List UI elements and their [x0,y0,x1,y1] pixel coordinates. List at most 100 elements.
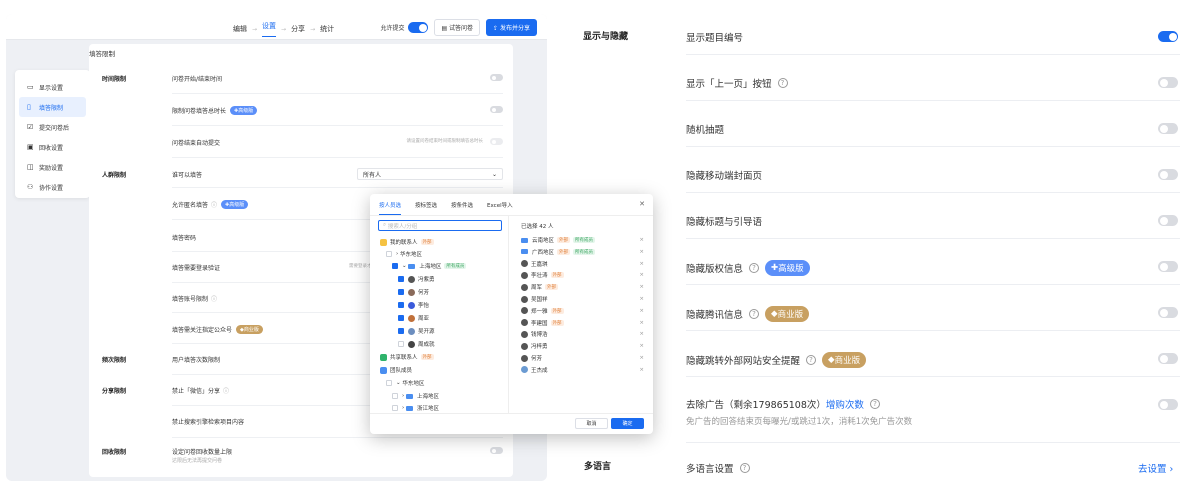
setting-label: 隐藏版权信息 [686,264,744,275]
node-label: 团队成员 [390,368,413,374]
tree-node-team-zhejiang[interactable]: › 浙江地区 [392,404,439,412]
display-icon: ▭ [27,83,34,91]
allow-submit-toggle[interactable] [408,22,429,33]
folder-icon [408,263,416,269]
remove-icon[interactable]: × [639,320,644,326]
tree-node-team[interactable]: 团队成员 [380,366,412,374]
preview-button[interactable]: ▤ 试答问卷 [434,19,481,36]
remove-icon[interactable]: × [639,237,644,243]
row-label: 问卷结束自动提交 [172,140,221,147]
arrow-right-icon: → [281,25,287,33]
go-settings-link[interactable]: 去设置 › [1138,461,1173,475]
remove-icon[interactable]: × [639,261,644,267]
sidebar-item-recycle[interactable]: ▣ 回收设置 [19,137,86,157]
setting-toggle[interactable] [1158,353,1178,364]
setting-toggle[interactable] [1158,307,1178,318]
remove-icon[interactable]: × [639,355,644,361]
setting-toggle[interactable] [1158,77,1178,88]
search-input[interactable]: ⌕ 搜索人/分组 [378,220,502,231]
setting-toggle[interactable] [1158,123,1178,134]
checkbox[interactable] [392,263,398,269]
limit-duration-toggle[interactable] [490,106,503,113]
divider [172,437,503,438]
checkbox[interactable] [392,393,398,399]
sidebar-item-fill-limit[interactable]: ▯ 填答限制 [19,97,86,117]
checkbox[interactable] [398,315,404,321]
setting-toggle[interactable] [1158,169,1178,180]
checkbox[interactable] [398,276,404,282]
checkbox[interactable] [386,380,392,386]
selected-item: 李建国 外部 × [521,319,644,327]
limit-duration-label: 限制问卷填答总时长 [172,108,227,115]
people-tree-panel: ⌕ 搜索人/分组 我的联系人 外部 › 华东地区 ⌄ 上海地区 所有成员 冯紫勇 何… [370,215,509,413]
tree-person[interactable]: 周成就 [398,340,435,348]
step-settings[interactable]: 设置 [262,21,277,37]
avatar [521,260,528,268]
tree-node-team-east[interactable]: ⌄ 华东地区 [386,379,424,387]
person-name: 李怡 [418,303,430,309]
checkbox[interactable] [386,251,392,257]
sidebar-item-display[interactable]: ▭ 显示设置 [19,77,86,97]
tab-by-tag[interactable]: 按标签选 [415,201,437,215]
tree-node-shared-contacts[interactable]: 共享联系人 外部 [380,353,434,361]
tree-person[interactable]: 李怡 [398,301,429,309]
step-share[interactable]: 分享 [291,24,305,34]
setting-toggle[interactable] [1158,31,1178,42]
remove-icon[interactable]: × [639,331,644,337]
tab-by-person[interactable]: 按人员选 [379,201,402,215]
auto-submit-toggle[interactable] [490,138,503,145]
row-label: 禁止搜索引擎检索项目内容 [172,419,245,426]
remove-ads-desc: 免广告的回答结束页每曝光/或跳过1次，消耗1次免广告次数 [686,417,913,427]
tab-excel-import[interactable]: Excel导入 [487,201,513,215]
buy-more-link[interactable]: 增购次数 [826,397,864,411]
setting-toggle[interactable] [1158,261,1178,272]
help-icon[interactable]: ? [749,263,760,273]
selected-item: 李壮涛 外部 × [521,271,644,279]
sidebar-item-after-submit[interactable]: ☑ 提交问卷后 [19,117,86,137]
remove-icon[interactable]: × [639,343,644,349]
tree-node-east-china[interactable]: › 华东地区 [386,250,422,258]
checkbox[interactable] [398,302,404,308]
cancel-button[interactable]: 取消 [575,418,608,429]
help-icon[interactable]: ? [869,399,880,409]
tree-person[interactable]: 冯紫勇 [398,275,435,283]
recycle-limit-toggle[interactable] [490,447,503,454]
start-end-toggle[interactable] [490,74,503,81]
help-icon[interactable]: ? [777,78,788,88]
checkbox[interactable] [398,328,404,334]
sidebar-item-collab[interactable]: ⚇ 协作设置 [19,177,86,197]
step-stats[interactable]: 统计 [320,24,334,34]
tree-node-team-shanghai[interactable]: › 上海地区 [392,392,439,400]
badge-text: 高级版 [238,108,254,114]
remove-ads-toggle[interactable] [1158,399,1178,410]
help-icon[interactable]: ⓘ [211,200,217,209]
checkbox[interactable] [392,405,398,411]
remove-icon[interactable]: × [639,284,644,290]
remove-icon[interactable]: × [639,296,644,302]
publish-button[interactable]: ⇪ 发布并分享 [486,19,537,36]
remove-icon[interactable]: × [639,272,644,278]
remove-icon[interactable]: × [639,308,644,314]
setting-toggle[interactable] [1158,215,1178,226]
remove-icon[interactable]: × [639,249,644,255]
who-can-select[interactable]: 所有人 ⌄ [357,168,503,180]
tree-node-shanghai[interactable]: ⌄ 上海地区 所有成员 [392,262,467,270]
help-icon[interactable]: ? [739,463,750,473]
sidebar-item-reward[interactable]: ◫ 奖励设置 [19,157,86,177]
help-icon[interactable]: ? [749,309,760,319]
tree-person[interactable]: 何芳 [398,288,429,296]
step-edit[interactable]: 编辑 [233,24,247,34]
tab-by-condition[interactable]: 按条件选 [451,201,473,215]
checkbox[interactable] [398,341,404,347]
ok-button[interactable]: 确定 [611,418,644,429]
help-icon[interactable]: ⓘ [211,294,217,303]
tree-person[interactable]: 周亚 [398,314,429,322]
close-icon[interactable]: ✕ [639,200,645,208]
help-icon[interactable]: ? [806,355,817,365]
badge-text: 商业版 [834,356,861,366]
help-icon[interactable]: ⓘ [223,386,229,395]
checkbox[interactable] [398,289,404,295]
remove-icon[interactable]: × [639,367,644,373]
tree-node-my-contacts[interactable]: 我的联系人 外部 [380,238,434,246]
tree-person[interactable]: 吴开源 [398,327,435,335]
